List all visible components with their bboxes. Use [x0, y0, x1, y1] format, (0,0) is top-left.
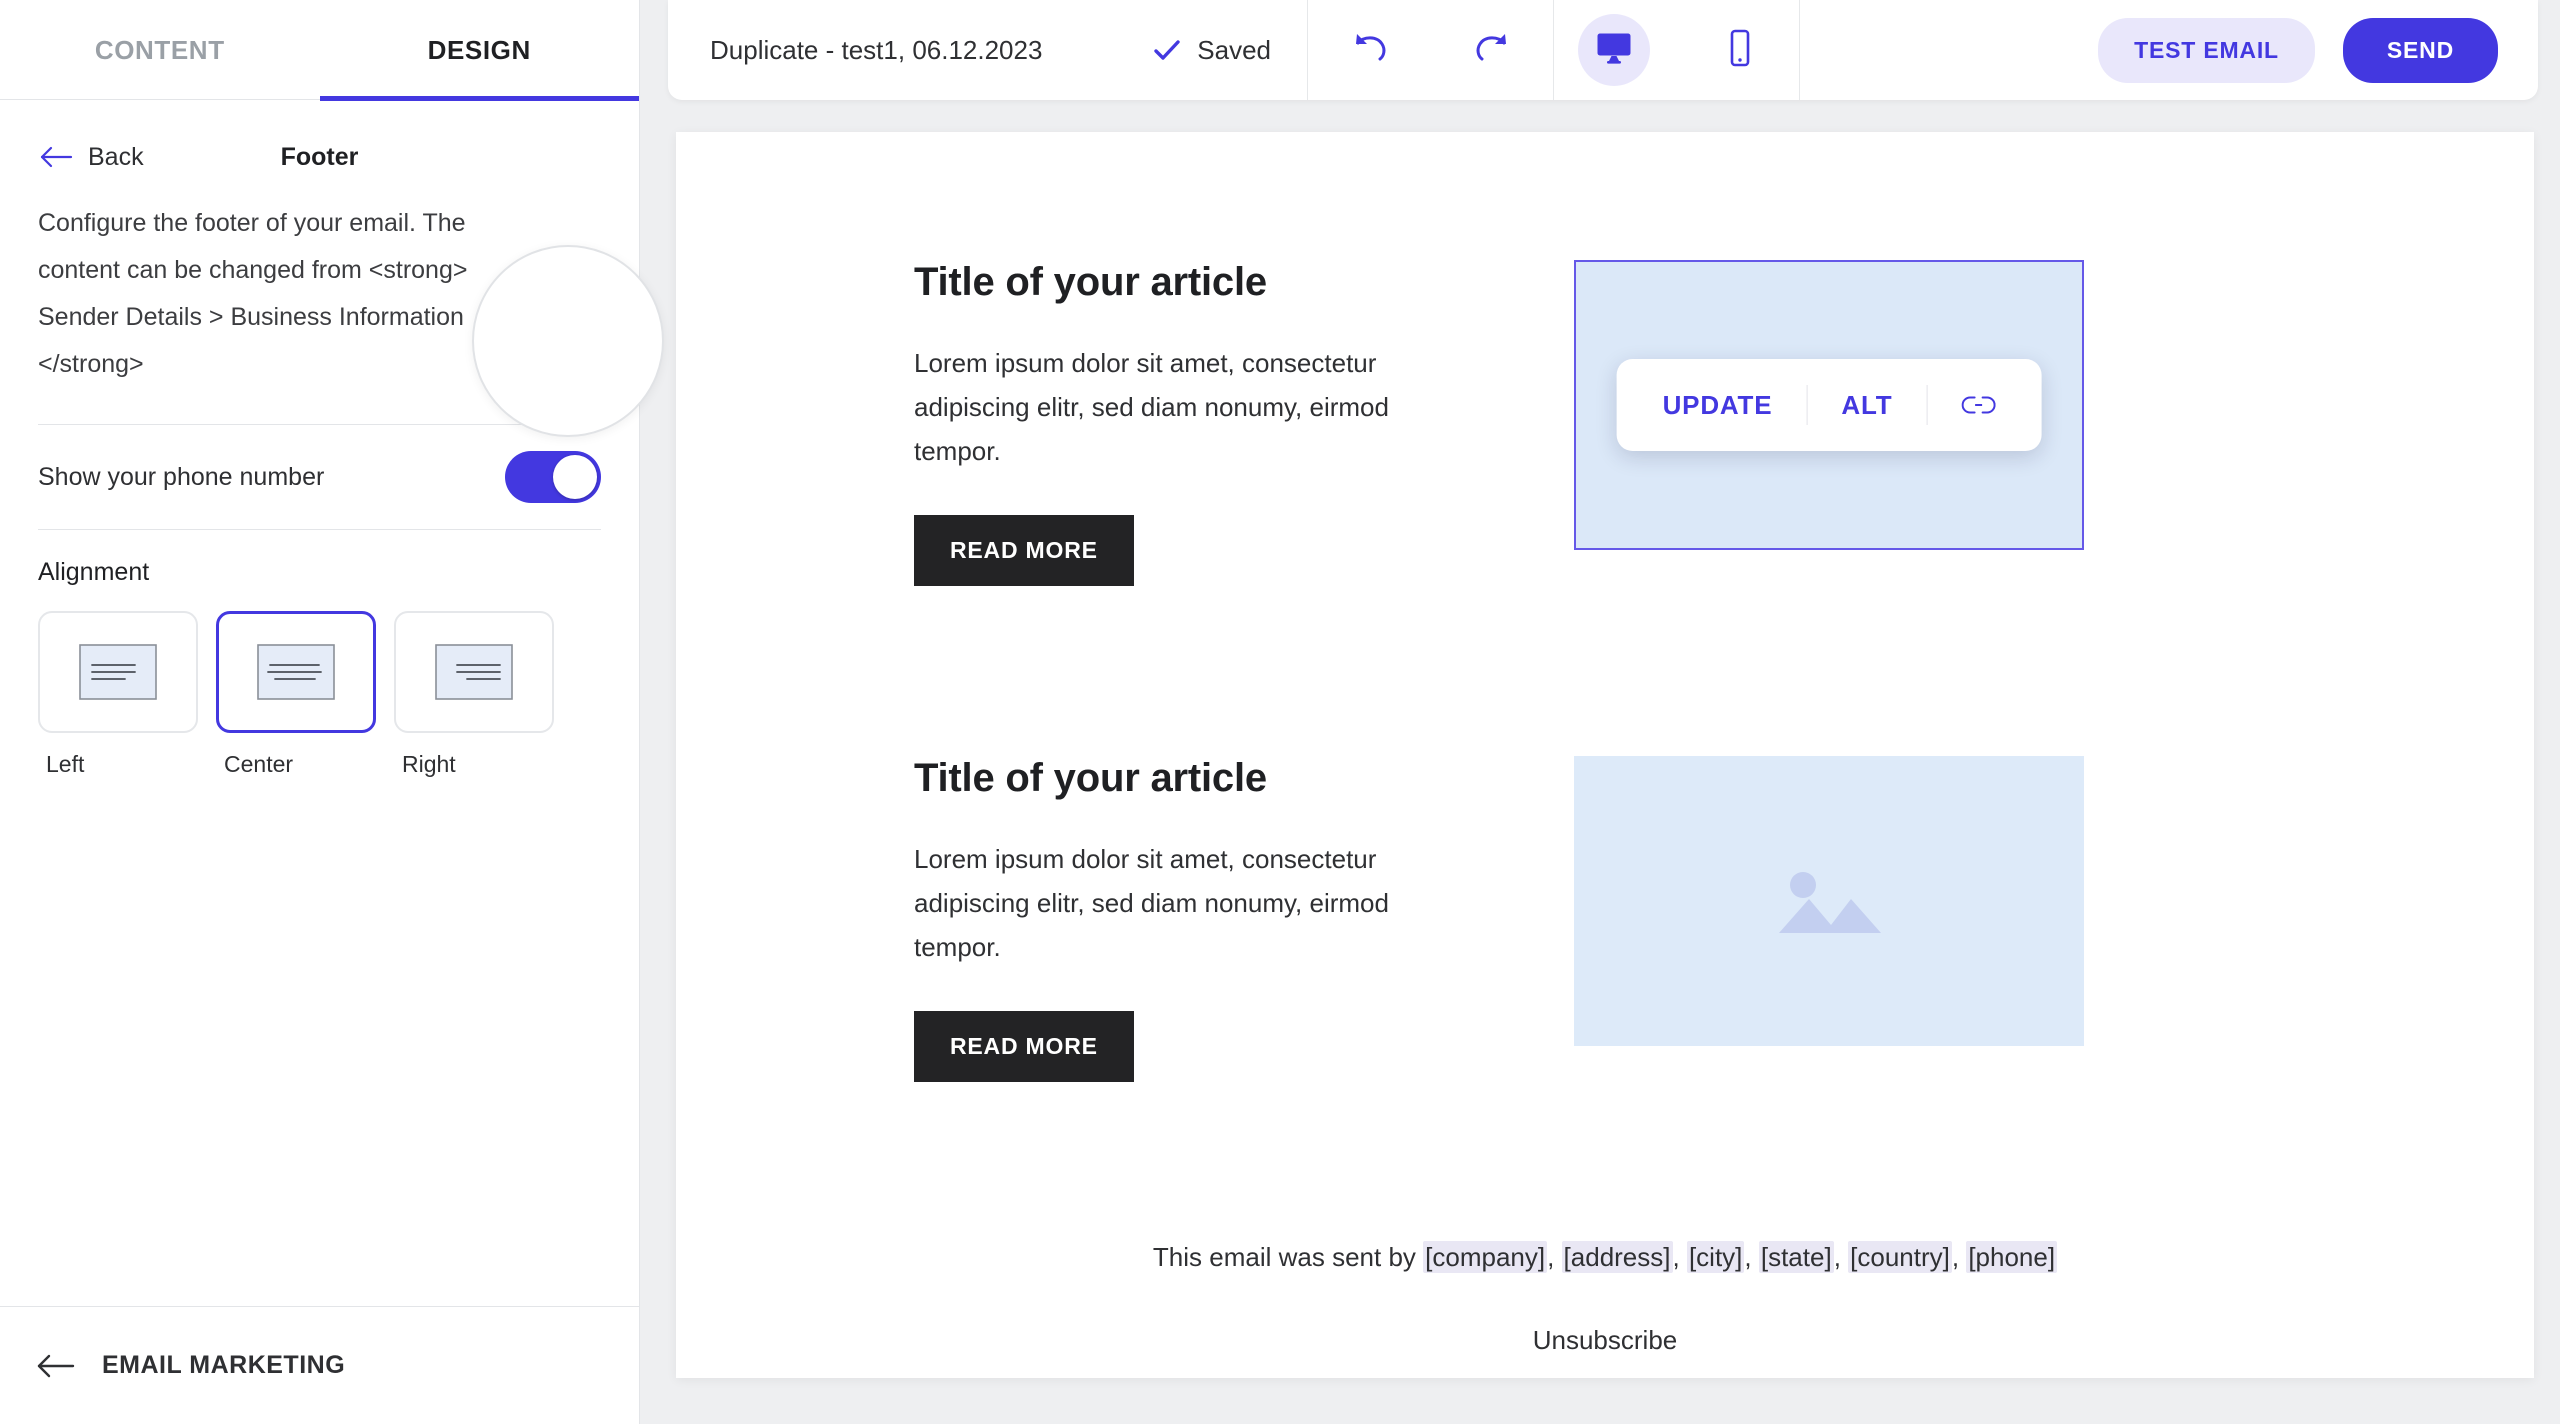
image-placeholder-icon [1769, 855, 1889, 947]
email-preview-sheet: Title of your article Lorem ipsum dolor … [676, 132, 2534, 1378]
align-right-icon [435, 644, 513, 700]
alignment-option-center[interactable]: Center [216, 611, 376, 778]
image-placeholder[interactable] [1574, 756, 2084, 1046]
alignment-options: Left Center Right [38, 611, 601, 778]
desktop-icon [1595, 30, 1633, 71]
device-desktop-button[interactable] [1577, 14, 1650, 86]
alignment-left-label: Left [46, 751, 85, 777]
undo-icon [1351, 31, 1391, 70]
back-button[interactable]: Back [40, 143, 144, 172]
toolbar-actions: TEST EMAIL SEND [1800, 0, 2538, 100]
image-placeholder-selected[interactable]: UPDATE ALT [1574, 260, 2084, 550]
article-media-column [1574, 756, 2084, 1046]
save-status-label: Saved [1197, 34, 1271, 65]
show-phone-number-row: Show your phone number [0, 425, 639, 529]
redo-button[interactable] [1464, 23, 1518, 77]
email-body: Title of your article Lorem ipsum dolor … [676, 132, 2534, 1356]
arrow-left-icon [40, 145, 74, 169]
toggle-knob [553, 455, 597, 499]
alignment-option-right[interactable]: Right [394, 611, 554, 778]
alignment-center-label: Center [224, 751, 294, 777]
email-builder-app: CONTENT DESIGN Back Footer Configure the… [0, 0, 2560, 1424]
history-controls [1308, 0, 1554, 100]
footer-token-state: [state] [1758, 1241, 1834, 1273]
panel-header: Back Footer [0, 100, 639, 178]
image-link-button[interactable] [1927, 359, 2029, 451]
tab-design[interactable]: DESIGN [319, 0, 640, 101]
undo-button[interactable] [1344, 23, 1398, 77]
tab-design-label: DESIGN [427, 34, 531, 65]
footer-token-country: [country] [1848, 1241, 1952, 1273]
design-sidebar: CONTENT DESIGN Back Footer Configure the… [0, 0, 664, 1424]
read-more-button[interactable]: READ MORE [914, 515, 1134, 586]
footer-comma: , [1547, 1242, 1562, 1272]
align-center-icon [257, 644, 335, 700]
footer-comma: , [1744, 1242, 1759, 1272]
article-title[interactable]: Title of your article [914, 260, 1474, 305]
article-title[interactable]: Title of your article [914, 756, 1474, 801]
article-body[interactable]: Lorem ipsum dolor sit amet, consectetur … [914, 837, 1434, 969]
campaign-title[interactable]: Duplicate - test1, 06.12.2023 [710, 35, 1042, 66]
footer-token-city: [city] [1686, 1241, 1745, 1273]
panel-description: Configure the footer of your email. The … [38, 209, 468, 378]
email-footer-line[interactable]: This email was sent by [company], [addre… [676, 1241, 2534, 1273]
alignment-title: Alignment [38, 558, 150, 586]
save-status: Saved [1153, 35, 1281, 66]
alignment-section: Alignment Left Center Right [0, 530, 639, 778]
unsubscribe-link[interactable]: Unsubscribe [676, 1325, 2534, 1356]
alignment-option-left[interactable]: Left [38, 611, 198, 778]
back-label: Back [88, 142, 144, 171]
campaign-title-zone: Duplicate - test1, 06.12.2023 Saved [668, 0, 1308, 100]
link-icon [1961, 394, 1996, 416]
read-more-button[interactable]: READ MORE [914, 1011, 1134, 1082]
article-body[interactable]: Lorem ipsum dolor sit amet, consectetur … [914, 341, 1434, 473]
alignment-left-box[interactable] [38, 611, 198, 733]
sidebar-tabs: CONTENT DESIGN [0, 0, 640, 101]
redo-icon [1471, 31, 1511, 70]
send-button[interactable]: SEND [2342, 17, 2498, 83]
alignment-right-box[interactable] [394, 611, 554, 733]
tab-content[interactable]: CONTENT [0, 0, 320, 100]
image-update-button[interactable]: UPDATE [1629, 359, 1807, 451]
test-email-button[interactable]: TEST EMAIL [2098, 17, 2315, 83]
footer-token-address: [address] [1561, 1241, 1673, 1273]
article-block[interactable]: Title of your article Lorem ipsum dolor … [676, 260, 2534, 586]
alignment-right-label: Right [402, 751, 456, 777]
sidebar-email-marketing-label: EMAIL MARKETING [102, 1351, 346, 1379]
article-text-column: Title of your article Lorem ipsum dolor … [914, 260, 1474, 586]
image-alt-button[interactable]: ALT [1807, 359, 1926, 451]
email-canvas-wrapper: Title of your article Lorem ipsum dolor … [640, 106, 2560, 1424]
article-media-column: UPDATE ALT [1574, 260, 2084, 550]
mobile-icon [1727, 29, 1753, 72]
device-preview-controls [1554, 0, 1800, 100]
footer-comma: , [1672, 1242, 1687, 1272]
check-icon [1153, 38, 1181, 62]
sidebar-item-email-marketing[interactable]: EMAIL MARKETING [0, 1306, 639, 1424]
article-spacer [676, 586, 2534, 756]
article-block[interactable]: Title of your article Lorem ipsum dolor … [676, 756, 2534, 1082]
footer-token-phone: [phone] [1966, 1241, 2058, 1273]
email-footer: This email was sent by [company], [addre… [676, 1241, 2534, 1356]
article-text-column: Title of your article Lorem ipsum dolor … [914, 756, 1474, 1082]
footer-prefix: This email was sent by [1152, 1242, 1424, 1272]
align-left-icon [79, 644, 157, 700]
device-mobile-button[interactable] [1704, 14, 1776, 86]
editor-main: Duplicate - test1, 06.12.2023 Saved TEST… [640, 0, 2560, 1424]
image-edit-toolbar: UPDATE ALT [1616, 359, 2042, 451]
toolbar-bar: Duplicate - test1, 06.12.2023 Saved TEST… [668, 0, 2538, 100]
footer-comma: , [1833, 1242, 1849, 1272]
tab-content-label: CONTENT [94, 34, 225, 65]
footer-comma: , [1951, 1242, 1967, 1272]
alignment-center-box[interactable] [216, 611, 376, 733]
show-phone-number-label: Show your phone number [38, 462, 325, 491]
top-toolbar: Duplicate - test1, 06.12.2023 Saved TEST… [640, 0, 2560, 106]
arrow-left-icon [36, 1353, 76, 1379]
footer-token-company: [company] [1423, 1241, 1548, 1273]
show-phone-number-toggle[interactable] [505, 451, 601, 503]
